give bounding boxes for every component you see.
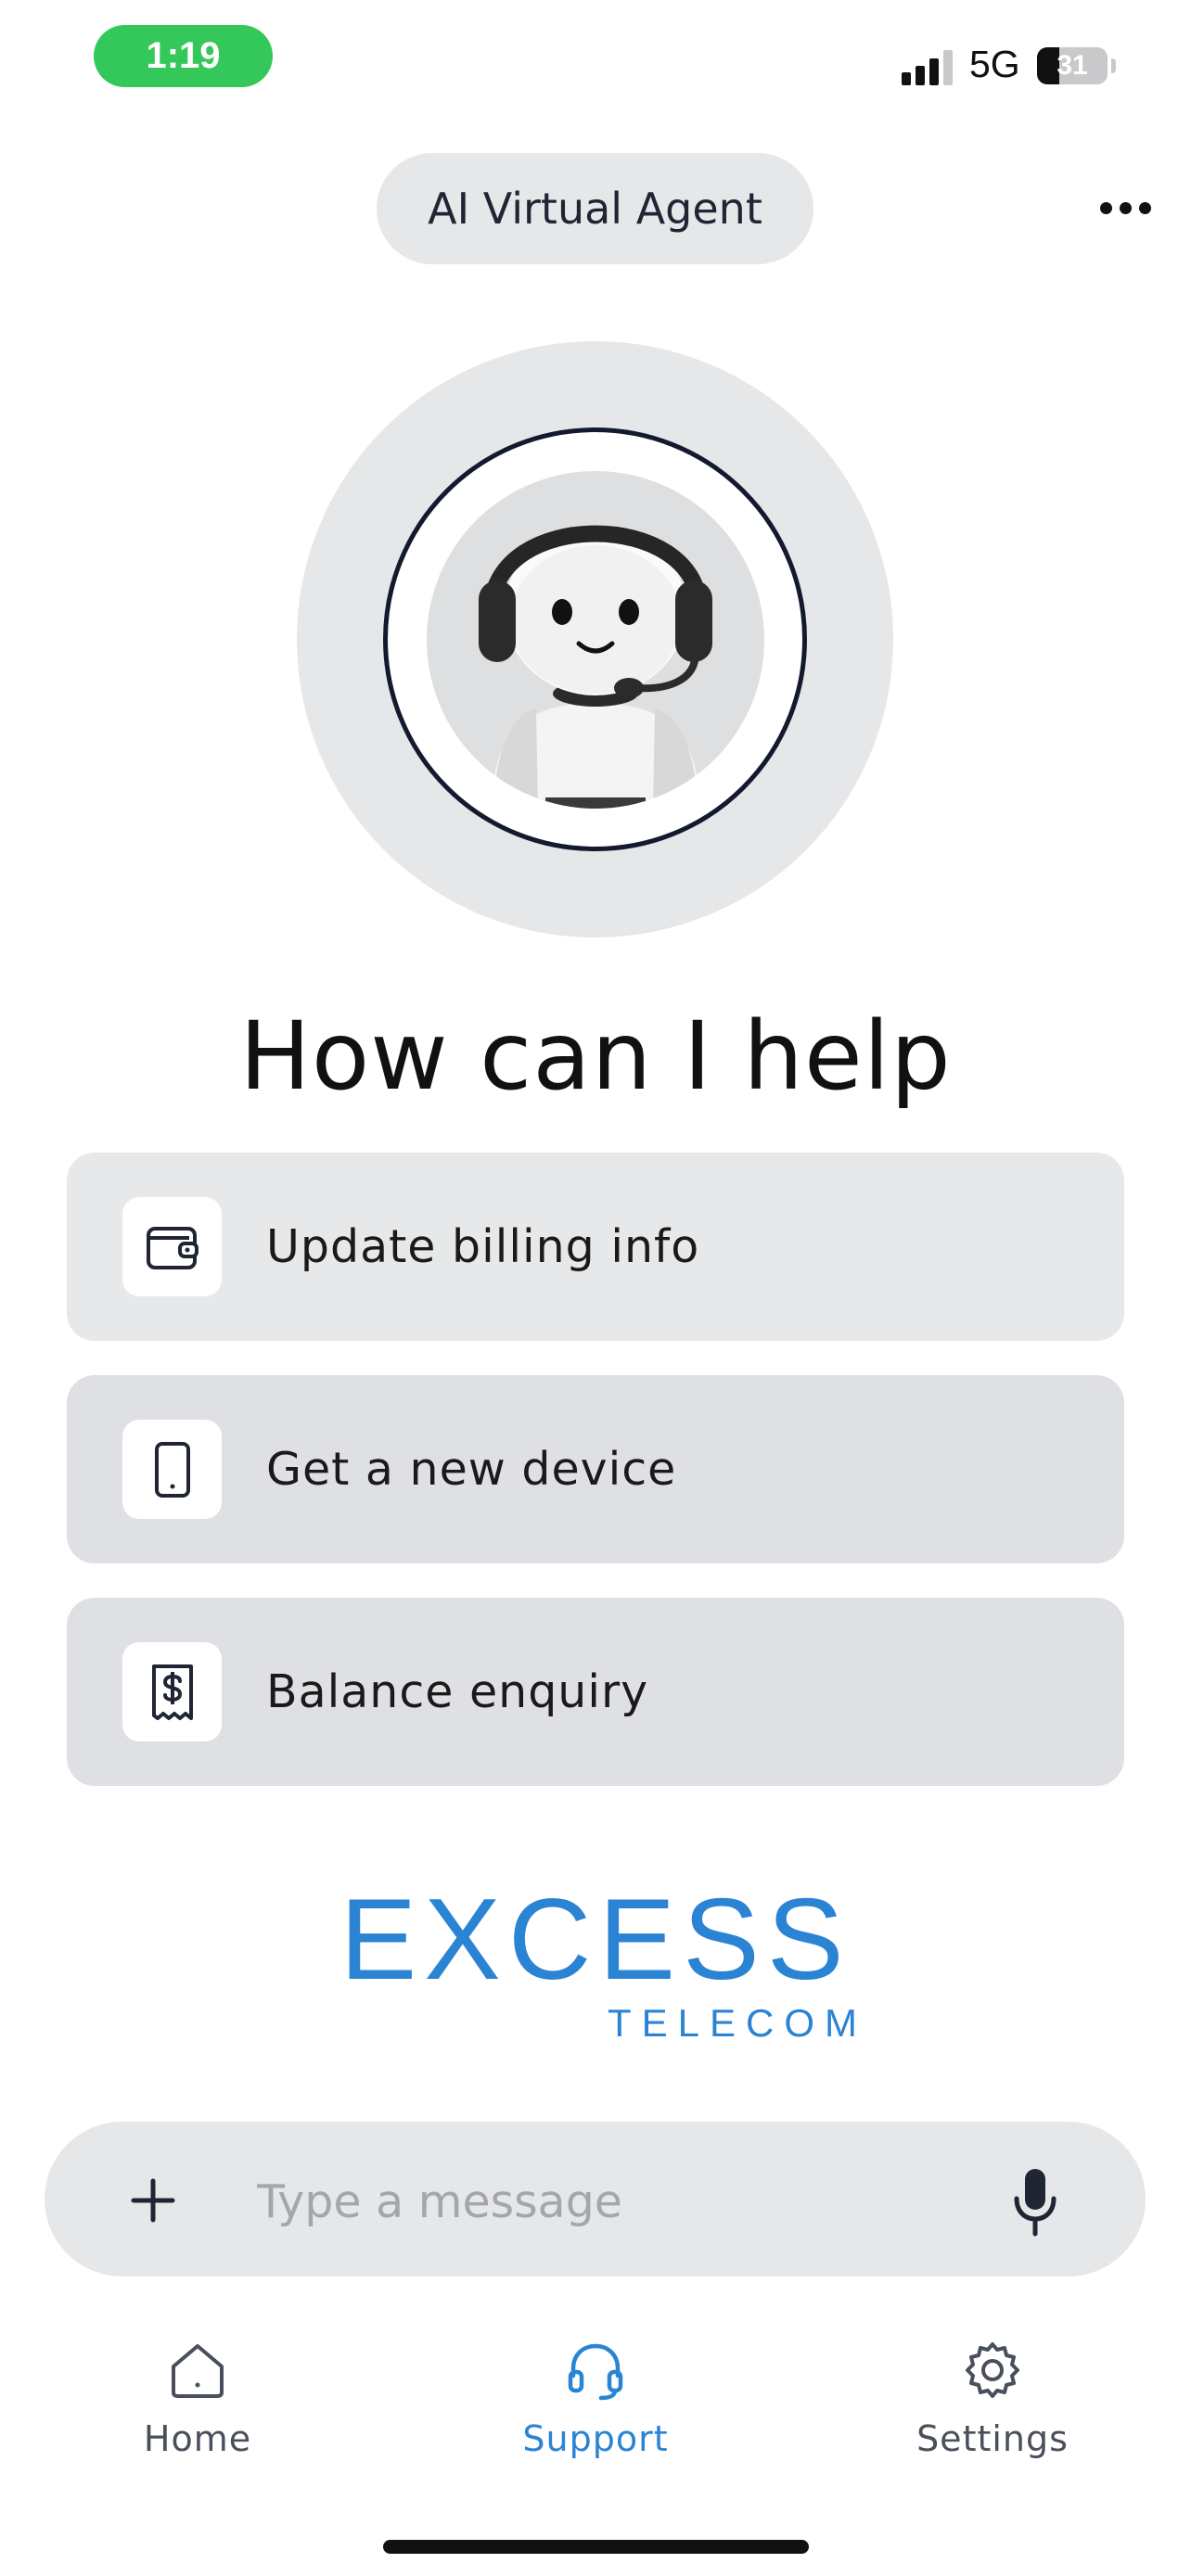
tab-home[interactable]: Home [77, 2337, 318, 2459]
tab-settings[interactable]: Settings [872, 2337, 1113, 2459]
tab-label: Settings [916, 2418, 1069, 2459]
robot-headset-avatar-icon [479, 525, 712, 809]
option-icon-box [122, 1420, 222, 1519]
option-new-device[interactable]: Get a new device [67, 1375, 1124, 1563]
gear-icon [966, 2342, 1019, 2398]
network-type: 5G [969, 43, 1020, 85]
option-icon-box [122, 1642, 222, 1741]
option-label: Get a new device [266, 1443, 677, 1496]
page-title: AI Virtual Agent [428, 184, 762, 234]
status-time: 1:19 [94, 25, 273, 87]
cellular-signal-icon [902, 50, 953, 85]
battery-icon: 31 [1037, 47, 1108, 84]
battery-percent: 31 [1057, 50, 1088, 81]
plus-icon[interactable] [121, 2168, 186, 2233]
option-icon-box [122, 1197, 222, 1296]
tab-label: Support [522, 2418, 669, 2459]
message-input[interactable] [255, 2163, 964, 2239]
status-time-label: 1:19 [146, 35, 221, 76]
tab-label: Home [143, 2418, 252, 2459]
headline: How can I help [239, 1001, 952, 1112]
option-label: Balance enquiry [266, 1665, 649, 1718]
option-label: Update billing info [266, 1220, 700, 1273]
microphone-icon[interactable] [1009, 2165, 1061, 2238]
option-update-billing[interactable]: Update billing info [67, 1153, 1124, 1341]
wallet-icon [146, 1226, 198, 1269]
home-icon [172, 2344, 224, 2398]
phone-icon [154, 1441, 190, 1498]
option-balance-enquiry[interactable]: Balance enquiry [67, 1598, 1124, 1786]
tab-support[interactable]: Support [475, 2337, 716, 2459]
brand-logo-sub: TELECOM [608, 2001, 868, 2045]
battery-tip [1111, 58, 1116, 73]
headset-icon [568, 2343, 623, 2401]
avatar [427, 471, 764, 809]
brand-logo: EXCESS [339, 1876, 852, 2004]
home-indicator [383, 2540, 809, 2554]
agent-title-pill[interactable]: AI Virtual Agent [377, 153, 813, 264]
receipt-dollar-icon [151, 1664, 193, 1720]
more-options-icon[interactable] [1093, 195, 1158, 221]
